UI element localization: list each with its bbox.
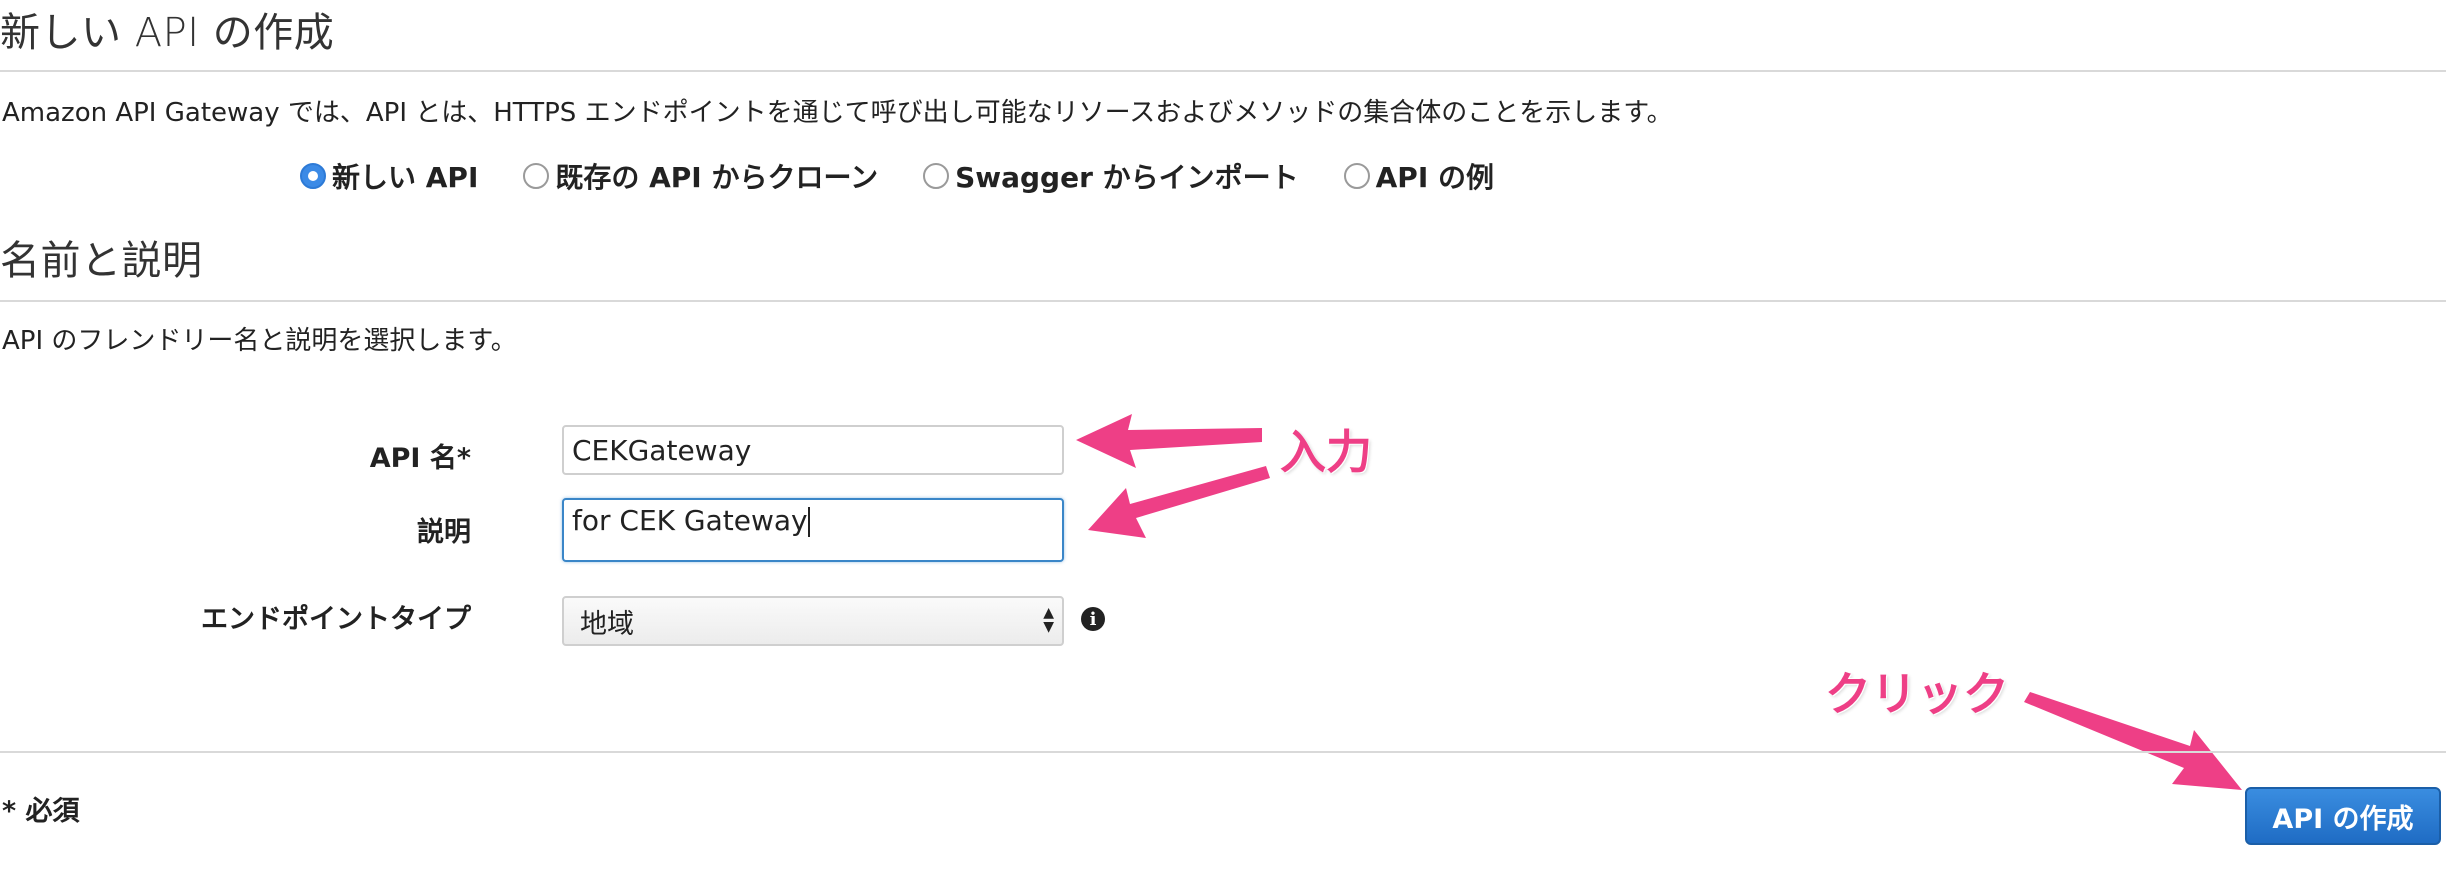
radio-new-api[interactable]: 新しい API: [300, 156, 478, 196]
annotation-click-label: クリック: [1825, 667, 2009, 721]
radio-label-import-swagger: Swagger からインポート: [955, 161, 1299, 194]
section-divider: [0, 300, 2446, 302]
description-label: 説明: [417, 517, 471, 548]
page-title: 新しい API の作成: [0, 10, 335, 56]
endpoint-type-select[interactable]: 地域 ▲ ▼: [562, 596, 1064, 646]
arrow-to-name-field: [1076, 414, 1262, 468]
section-description: API のフレンドリー名と説明を選択します。: [2, 326, 517, 356]
required-note: * 必須: [2, 796, 80, 827]
select-arrows-icon: ▲ ▼: [1043, 605, 1054, 635]
radio-selected-icon[interactable]: [300, 163, 326, 189]
section-title-name-description: 名前と説明: [0, 238, 203, 284]
create-api-button[interactable]: API の作成: [2245, 787, 2441, 845]
api-type-radio-group: 新しい API 既存の API からクローン Swagger からインポート A…: [300, 156, 1539, 196]
radio-clone-api[interactable]: 既存の API からクローン: [523, 156, 878, 196]
page-description: Amazon API Gateway では、API とは、HTTPS エンドポイ…: [2, 98, 1673, 128]
arrow-to-create-button: [2024, 692, 2242, 790]
info-icon[interactable]: i: [1081, 607, 1105, 631]
endpoint-type-value: 地域: [580, 608, 634, 640]
footer-divider: [0, 751, 2446, 753]
description-input-value: for CEK Gateway: [572, 504, 808, 537]
arrow-to-description-field: [1088, 466, 1270, 538]
description-input[interactable]: for CEK Gateway: [562, 498, 1064, 562]
radio-import-swagger[interactable]: Swagger からインポート: [923, 156, 1299, 196]
radio-unselected-icon[interactable]: [923, 163, 950, 189]
api-name-label: API 名*: [369, 443, 471, 474]
radio-label-new-api: 新しい API: [332, 161, 479, 194]
radio-label-clone-api: 既存の API からクローン: [555, 161, 879, 194]
text-cursor: [807, 507, 810, 537]
endpoint-type-label: エンドポイントタイプ: [201, 604, 471, 635]
annotation-arrow-click: [2024, 692, 2242, 790]
annotation-input-label: 入力: [1280, 425, 1372, 479]
api-name-input[interactable]: [562, 425, 1064, 475]
title-divider: [0, 70, 2446, 72]
radio-label-example-api: API の例: [1375, 161, 1494, 194]
radio-unselected-icon[interactable]: [1343, 163, 1370, 189]
radio-unselected-icon[interactable]: [523, 163, 550, 189]
radio-example-api[interactable]: API の例: [1343, 156, 1494, 196]
